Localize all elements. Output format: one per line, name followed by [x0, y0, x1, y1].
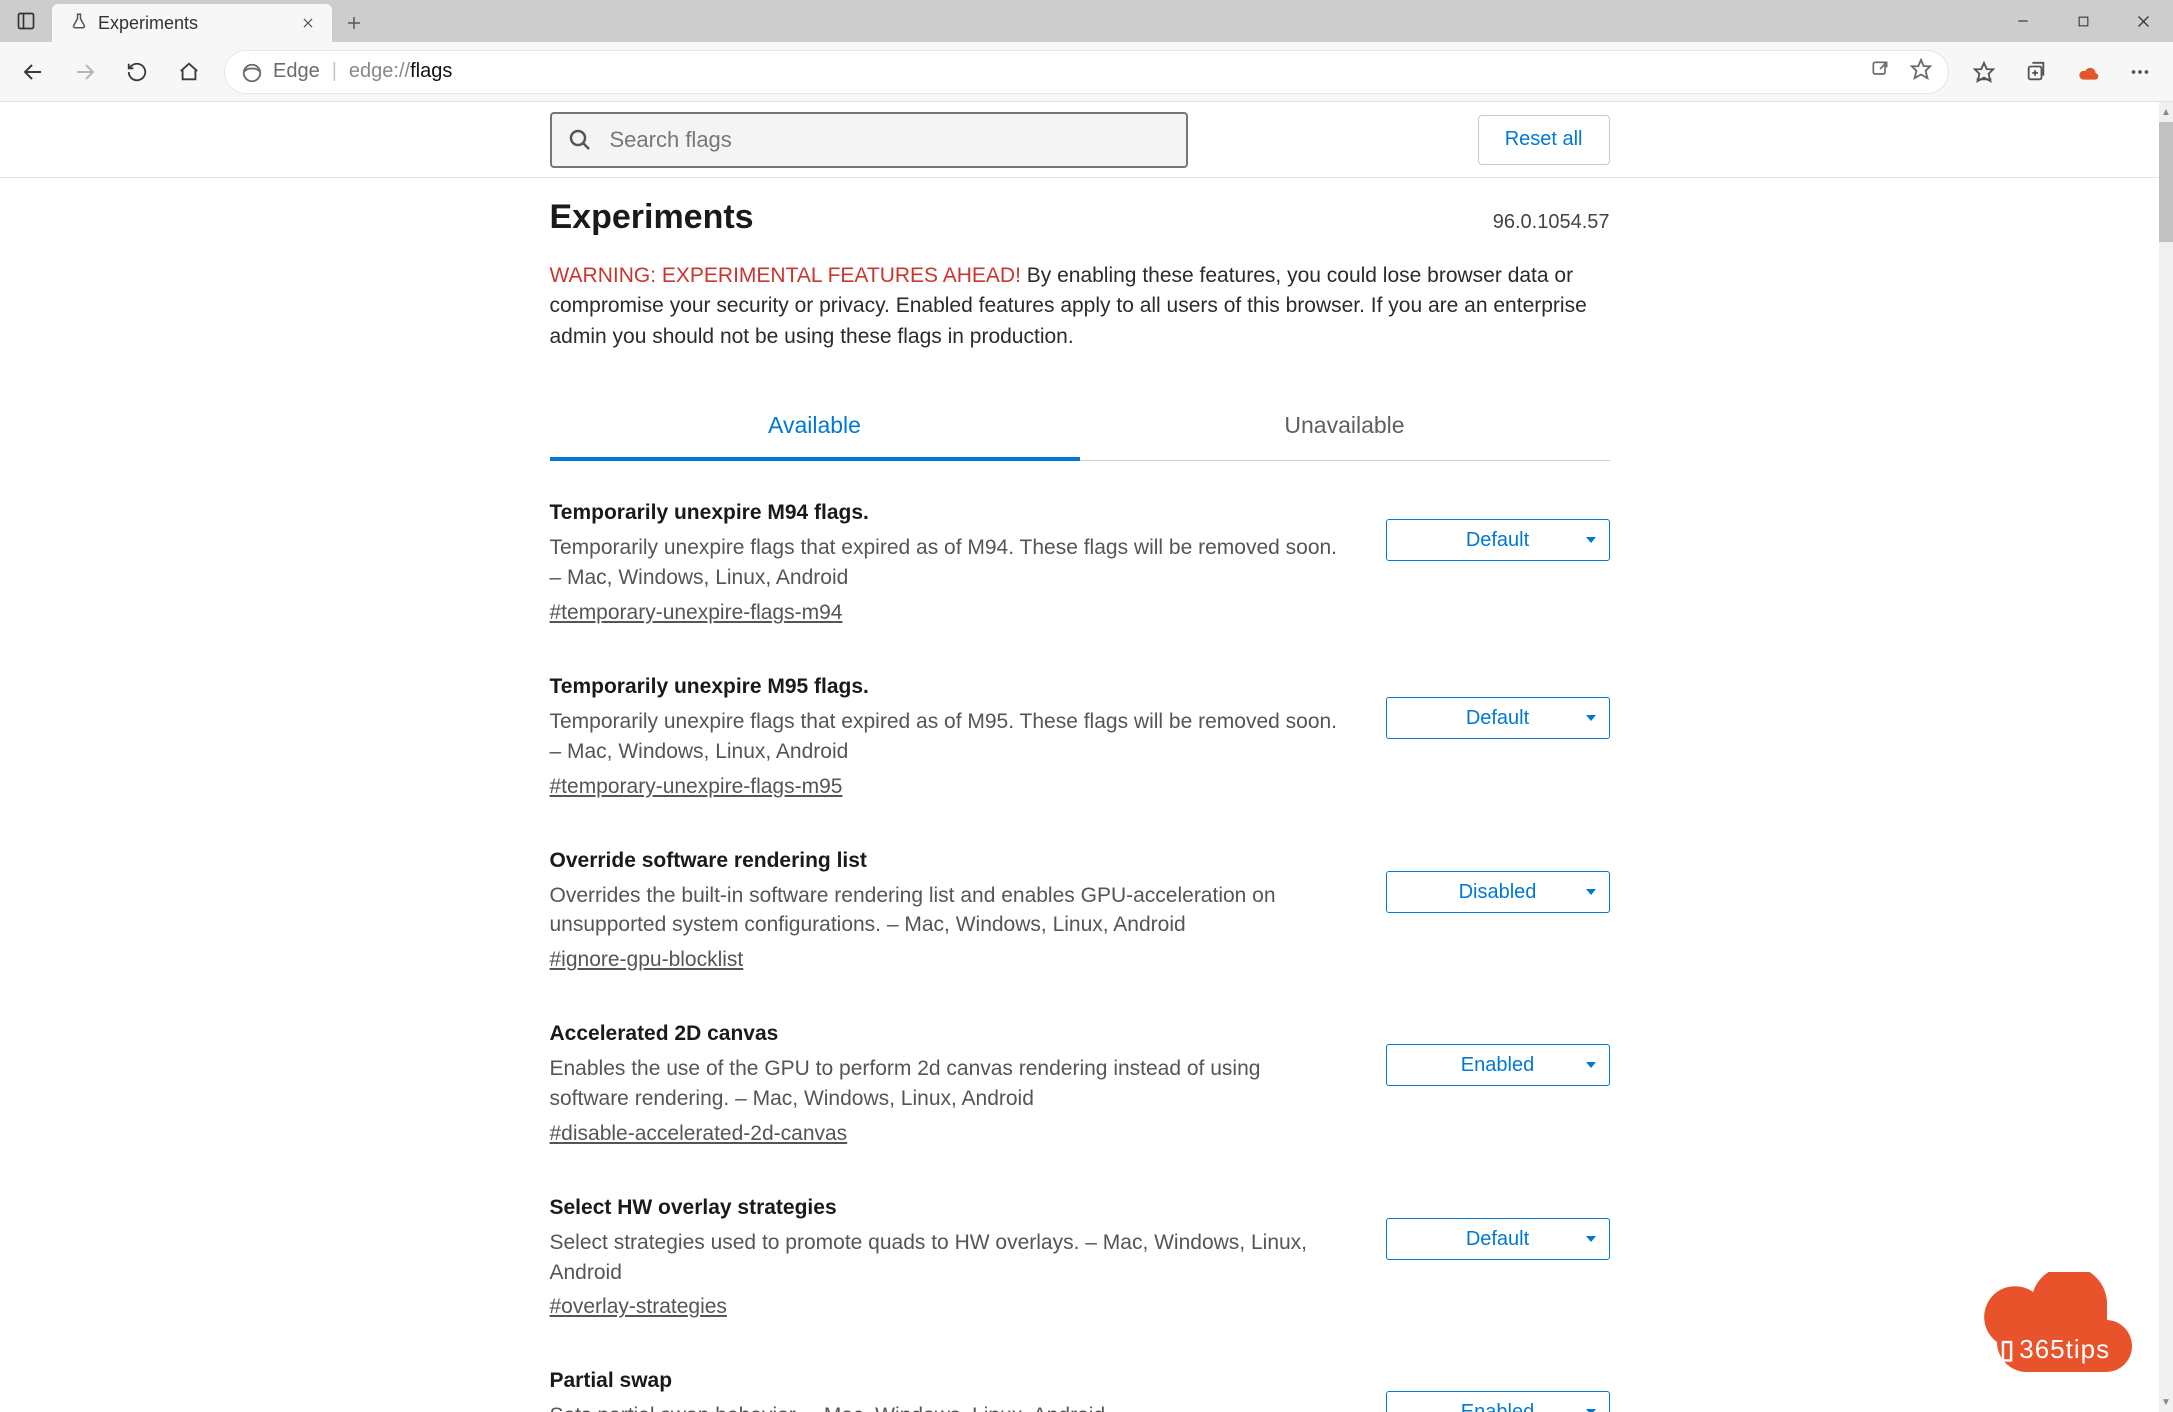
- flask-icon: [70, 12, 88, 35]
- flag-item: Select HW overlay strategies Select stra…: [550, 1196, 1610, 1320]
- flag-title: Temporarily unexpire M95 flags.: [550, 675, 1346, 699]
- tabs-strip: Experiments: [0, 0, 376, 42]
- flag-anchor-link[interactable]: #ignore-gpu-blocklist: [550, 948, 744, 971]
- search-wrapper: [550, 112, 1188, 168]
- flag-title: Partial swap: [550, 1369, 1346, 1393]
- flags-page: Experiments 96.0.1054.57 WARNING: EXPERI…: [550, 198, 1610, 1412]
- warning-prefix: WARNING: EXPERIMENTAL FEATURES AHEAD!: [550, 264, 1021, 287]
- flag-select-wrap: Default: [1386, 697, 1610, 739]
- address-url: edge://flags: [349, 60, 452, 83]
- page-header: Experiments 96.0.1054.57: [550, 198, 1610, 237]
- scrollbar-thumb[interactable]: [2159, 122, 2173, 242]
- flags-topbar: Reset all: [0, 102, 2159, 178]
- flag-select-wrap: Enabled: [1386, 1044, 1610, 1086]
- flag-select[interactable]: Enabled: [1386, 1391, 1610, 1412]
- flag-select[interactable]: Disabled: [1386, 871, 1610, 913]
- flag-select[interactable]: Default: [1386, 697, 1610, 739]
- address-bar-actions: [1870, 58, 1932, 85]
- warning-text: WARNING: EXPERIMENTAL FEATURES AHEAD! By…: [550, 261, 1610, 352]
- collections-button[interactable]: [2013, 49, 2059, 95]
- flag-description: Temporarily unexpire flags that expired …: [550, 707, 1346, 767]
- page-viewport: Reset all Experiments 96.0.1054.57 WARNI…: [0, 102, 2159, 1412]
- flag-select-wrap: Disabled: [1386, 871, 1610, 913]
- tab-title: Experiments: [98, 13, 288, 34]
- flag-anchor-link[interactable]: #overlay-strategies: [550, 1295, 727, 1318]
- flag-select[interactable]: Enabled: [1386, 1044, 1610, 1086]
- browser-toolbar: Edge | edge://flags: [0, 42, 2173, 102]
- window-maximize-button[interactable]: [2053, 0, 2113, 42]
- watermark-badge: ▯365tips: [1967, 1272, 2143, 1382]
- browser-tab[interactable]: Experiments: [52, 4, 332, 42]
- flag-title: Temporarily unexpire M94 flags.: [550, 501, 1346, 525]
- read-aloud-icon[interactable]: [1910, 58, 1932, 85]
- window-minimize-button[interactable]: [1993, 0, 2053, 42]
- flag-description: Temporarily unexpire flags that expired …: [550, 533, 1346, 593]
- cloud-extension-icon[interactable]: [2065, 49, 2111, 95]
- flag-select-wrap: Enabled: [1386, 1391, 1610, 1412]
- flag-anchor-link[interactable]: #temporary-unexpire-flags-m94: [550, 601, 843, 624]
- flag-tabs: Available Unavailable: [550, 396, 1610, 461]
- watermark-text: ▯365tips: [1967, 1334, 2143, 1365]
- flag-item: Override software rendering list Overrid…: [550, 849, 1610, 973]
- flag-description: Overrides the built-in software renderin…: [550, 881, 1346, 941]
- flag-title: Accelerated 2D canvas: [550, 1022, 1346, 1046]
- edge-logo-icon: [241, 62, 261, 82]
- search-input[interactable]: [550, 112, 1188, 168]
- address-separator: |: [332, 60, 337, 83]
- settings-menu-button[interactable]: [2117, 49, 2163, 95]
- flag-description: Select strategies used to promote quads …: [550, 1228, 1346, 1288]
- back-button[interactable]: [10, 49, 56, 95]
- flag-anchor-link[interactable]: #temporary-unexpire-flags-m95: [550, 775, 843, 798]
- scroll-down-button[interactable]: ▼: [2159, 1392, 2173, 1412]
- flag-main: Temporarily unexpire M94 flags. Temporar…: [550, 501, 1346, 625]
- flag-main: Accelerated 2D canvas Enables the use of…: [550, 1022, 1346, 1146]
- reset-all-button[interactable]: Reset all: [1478, 115, 1610, 165]
- version-label: 96.0.1054.57: [1493, 211, 1610, 234]
- flag-anchor-link[interactable]: #disable-accelerated-2d-canvas: [550, 1122, 848, 1145]
- home-button[interactable]: [166, 49, 212, 95]
- flag-title: Override software rendering list: [550, 849, 1346, 873]
- flag-select-wrap: Default: [1386, 519, 1610, 561]
- flag-item: Temporarily unexpire M95 flags. Temporar…: [550, 675, 1610, 799]
- refresh-button[interactable]: [114, 49, 160, 95]
- flag-select-wrap: Default: [1386, 1218, 1610, 1260]
- scrollbar[interactable]: ▲ ▼: [2159, 102, 2173, 1412]
- flag-title: Select HW overlay strategies: [550, 1196, 1346, 1220]
- window-close-button[interactable]: [2113, 0, 2173, 42]
- tab-actions-button[interactable]: [0, 0, 52, 42]
- toolbar-extensions: [1961, 49, 2163, 95]
- new-tab-button[interactable]: [332, 4, 376, 42]
- tab-available[interactable]: Available: [550, 396, 1080, 461]
- tab-close-button[interactable]: [298, 13, 318, 33]
- search-icon: [568, 128, 592, 157]
- flag-item: Partial swap Sets partial swap behavior.…: [550, 1369, 1610, 1412]
- scroll-up-button[interactable]: ▲: [2159, 102, 2173, 122]
- flag-item: Temporarily unexpire M94 flags. Temporar…: [550, 501, 1610, 625]
- flag-item: Accelerated 2D canvas Enables the use of…: [550, 1022, 1610, 1146]
- window-controls: [1993, 0, 2173, 42]
- flag-description: Enables the use of the GPU to perform 2d…: [550, 1054, 1346, 1114]
- favorites-button[interactable]: [1961, 49, 2007, 95]
- flag-main: Partial swap Sets partial swap behavior.…: [550, 1369, 1346, 1412]
- flag-description: Sets partial swap behavior. – Mac, Windo…: [550, 1401, 1346, 1412]
- flag-main: Override software rendering list Overrid…: [550, 849, 1346, 973]
- forward-button[interactable]: [62, 49, 108, 95]
- flags-list: Temporarily unexpire M94 flags. Temporar…: [550, 501, 1610, 1412]
- flag-main: Select HW overlay strategies Select stra…: [550, 1196, 1346, 1320]
- flag-main: Temporarily unexpire M95 flags. Temporar…: [550, 675, 1346, 799]
- page-title: Experiments: [550, 198, 754, 237]
- address-origin-label: Edge: [273, 60, 320, 83]
- flag-select[interactable]: Default: [1386, 1218, 1610, 1260]
- flag-select[interactable]: Default: [1386, 519, 1610, 561]
- open-external-icon[interactable]: [1870, 59, 1890, 84]
- window-titlebar: Experiments: [0, 0, 2173, 42]
- address-bar[interactable]: Edge | edge://flags: [224, 50, 1949, 94]
- tab-unavailable[interactable]: Unavailable: [1080, 396, 1610, 460]
